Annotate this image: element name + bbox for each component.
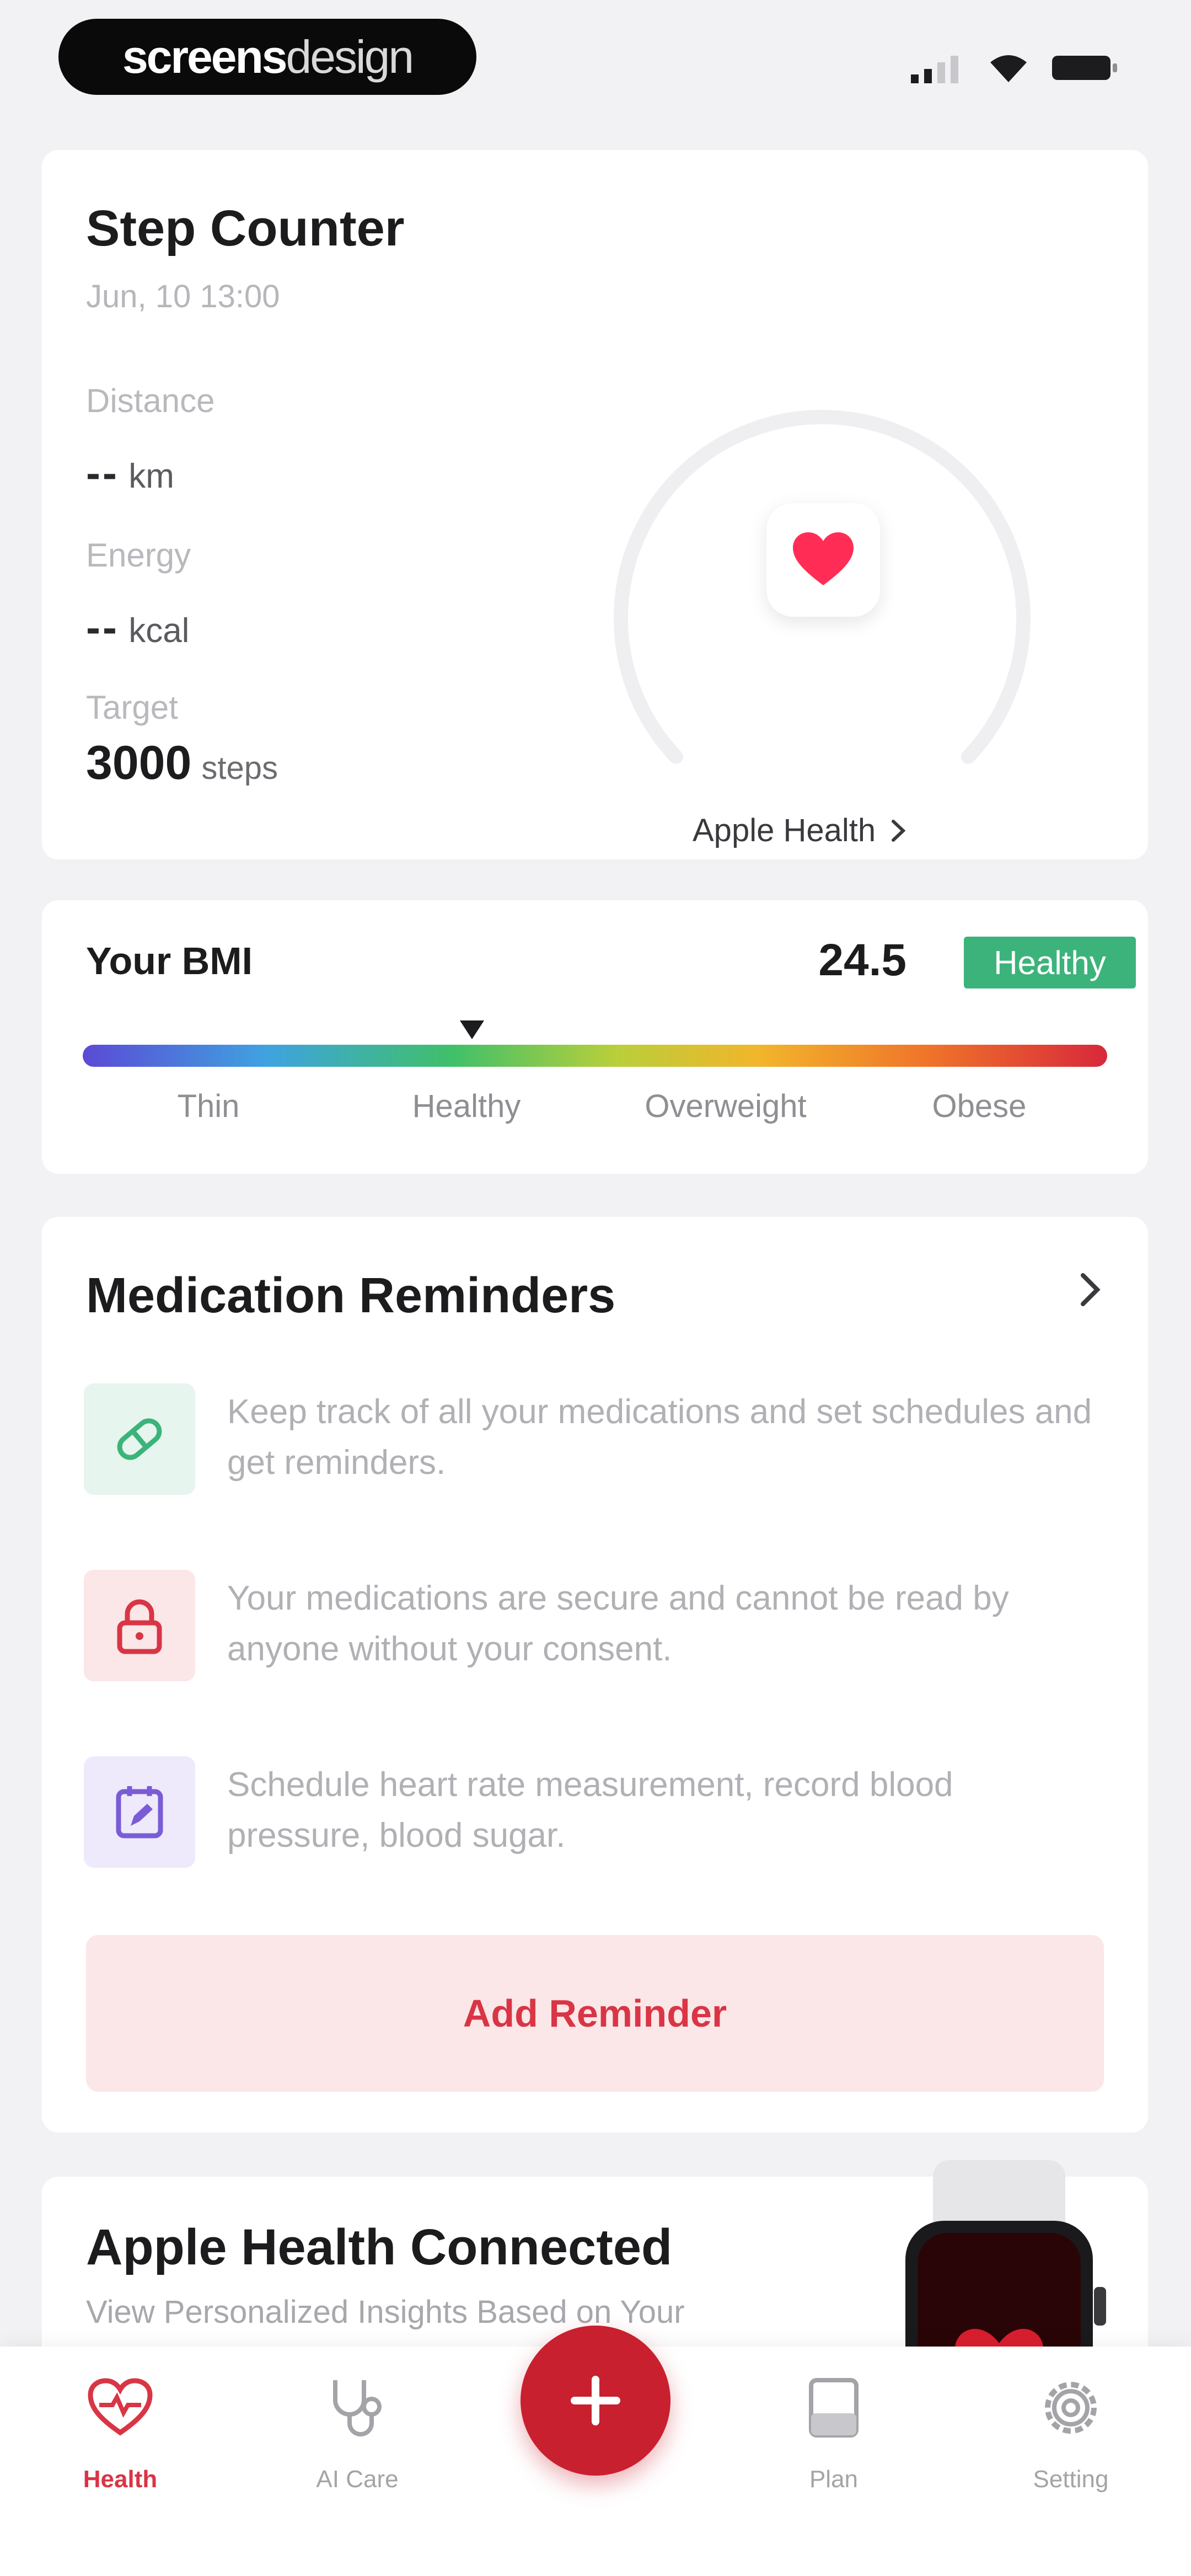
brand-light-text: design [286, 30, 415, 83]
step-counter-date: Jun, 10 13:00 [86, 279, 280, 314]
pill-icon [84, 1383, 195, 1495]
apple-health-title: Apple Health Connected [86, 2219, 673, 2275]
distance-value: -- km [86, 448, 174, 498]
apple-health-link-label: Apple Health [693, 813, 876, 848]
bmi-pointer [460, 1020, 485, 1039]
apple-health-tile[interactable] [766, 503, 880, 617]
chevron-right-icon[interactable] [1077, 1270, 1104, 1310]
medication-title: Medication Reminders [86, 1268, 616, 1323]
lock-icon [84, 1570, 195, 1681]
tab-label: Plan [809, 2466, 859, 2493]
tab-setting[interactable]: Setting [999, 2372, 1142, 2515]
energy-label: Energy [86, 537, 191, 574]
brand-bold-text: screens [122, 30, 288, 83]
bmi-title: Your BMI [86, 939, 253, 982]
bmi-category-thin: Thin [177, 1088, 240, 1124]
tab-label: Health [83, 2466, 158, 2493]
target-number: 3000 [86, 736, 192, 789]
medication-feature-text: Keep track of all your medications and s… [227, 1393, 1092, 1482]
bmi-category-healthy: Healthy [412, 1088, 521, 1124]
apple-health-subtitle: View Personalized Insights Based on Your [86, 2294, 685, 2330]
bmi-category-obese: Obese [932, 1088, 1027, 1124]
tab-label: AI Care [316, 2466, 399, 2493]
distance-unit: km [128, 457, 174, 495]
bmi-scale-bar [83, 1045, 1107, 1067]
step-counter-card[interactable]: Step Counter Jun, 10 13:00 Distance -- k… [42, 150, 1148, 859]
tab-ai-care[interactable]: AI Care [286, 2372, 429, 2515]
medication-feature-item: Your medications are secure and cannot b… [84, 1570, 1104, 1686]
target-unit: steps [201, 750, 278, 786]
tab-plan[interactable]: Plan [762, 2372, 905, 2515]
plus-icon [571, 2376, 620, 2425]
heart-pulse-icon [88, 2378, 153, 2436]
tab-health[interactable]: Health [49, 2372, 192, 2515]
add-reminder-button[interactable]: Add Reminder [86, 1935, 1104, 2092]
energy-number: -- [86, 603, 119, 651]
status-bar: screens design [0, 0, 1191, 127]
apple-health-link[interactable]: Apple Health [693, 812, 906, 849]
battery-icon [1052, 56, 1117, 80]
energy-unit: kcal [128, 612, 190, 650]
medication-feature-item: Keep track of all your medications and s… [84, 1383, 1104, 1499]
stethoscope-icon [333, 2380, 382, 2436]
book-icon [809, 2378, 859, 2438]
status-icons [911, 49, 1119, 87]
target-value: 3000 steps [86, 736, 278, 790]
bmi-status-badge: Healthy [964, 937, 1136, 988]
target-label: Target [86, 689, 178, 726]
brand-logo: screens design [58, 19, 476, 95]
step-counter-title: Step Counter [86, 200, 405, 256]
app-screen: screens design Step Counter Jun, 10 13:00… [0, 0, 1191, 2576]
bmi-value: 24.5 [818, 935, 906, 985]
cellular-signal-icon [911, 56, 958, 83]
calendar-edit-icon [84, 1756, 195, 1868]
chevron-right-icon [892, 819, 906, 842]
bmi-card: Your BMI 24.5 Healthy Thin Healthy Overw… [42, 900, 1148, 1174]
medication-feature-text: Schedule heart rate measurement, record … [227, 1766, 953, 1854]
distance-number: -- [86, 448, 119, 497]
distance-label: Distance [86, 382, 215, 419]
wifi-icon [990, 55, 1027, 82]
add-fab-button[interactable] [521, 2326, 670, 2476]
medication-feature-item: Schedule heart rate measurement, record … [84, 1756, 1104, 1872]
medication-reminders-card: Medication Reminders Keep track of all y… [42, 1217, 1148, 2133]
heart-icon [793, 532, 854, 585]
tab-label: Setting [1033, 2466, 1109, 2493]
bmi-category-overweight: Overweight [645, 1088, 807, 1124]
gear-icon [1045, 2382, 1097, 2434]
energy-value: -- kcal [86, 602, 189, 653]
medication-feature-text: Your medications are secure and cannot b… [227, 1579, 1009, 1668]
